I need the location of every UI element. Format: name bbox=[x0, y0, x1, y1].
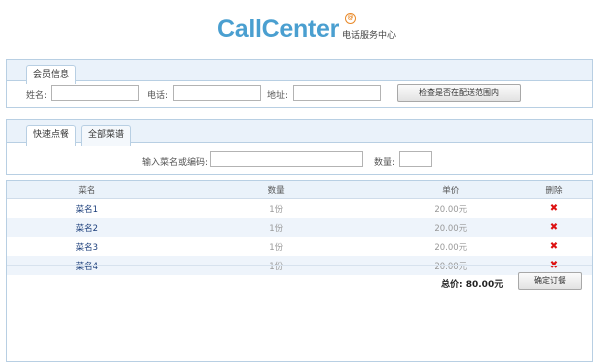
dish-quantity: 1份 bbox=[166, 218, 386, 237]
dish-name: 菜名2 bbox=[7, 218, 167, 237]
dish-quantity: 1份 bbox=[269, 242, 284, 253]
dish-name: 菜名3 bbox=[75, 242, 99, 253]
col-header-delete: 删除 bbox=[515, 181, 592, 199]
table-header-row: 菜名 数量 单价 删除 bbox=[7, 181, 592, 199]
order-panel: 快速点餐 全部菜谱 输入菜名或编码: 数量: bbox=[6, 119, 593, 175]
name-input[interactable] bbox=[51, 85, 139, 101]
phone-label: 电话: bbox=[147, 91, 169, 101]
dish-search-label: 输入菜名或编码: bbox=[142, 158, 209, 168]
dish-price: 20.00元 bbox=[434, 204, 468, 215]
table-row: 菜名2 1份 20.00元 ✖ bbox=[7, 218, 592, 237]
delete-cell: ✖ bbox=[515, 218, 592, 237]
tab-member-info[interactable]: 会员信息 bbox=[26, 65, 76, 84]
address-label: 地址: bbox=[267, 91, 289, 101]
dish-search-input[interactable] bbox=[210, 151, 363, 167]
col-header-price: 单价 bbox=[385, 181, 516, 199]
address-input[interactable] bbox=[293, 85, 381, 101]
delete-cell: ✖ bbox=[516, 199, 592, 219]
delete-icon[interactable]: ✖ bbox=[550, 222, 558, 233]
tab-quick-order[interactable]: 快速点餐 bbox=[26, 125, 76, 146]
logo-text: CallCenter bbox=[217, 15, 340, 43]
quantity-input[interactable] bbox=[399, 151, 432, 167]
order-table-panel: 菜名 数量 单价 删除 菜名1 1份 20.00元 ✖ 菜名2 1份 20.00… bbox=[6, 180, 593, 362]
member-info-panel: 会员信息 姓名: 电话: 地址: 检查是否在配送范围内 bbox=[6, 59, 593, 108]
logo-badge-icon: @ bbox=[345, 13, 356, 24]
check-delivery-button[interactable]: 检查是否在配送范围内 bbox=[397, 84, 521, 102]
member-info-header: 会员信息 bbox=[7, 60, 592, 84]
table-row: 菜名3 1份 20.00元 ✖ bbox=[7, 237, 592, 256]
tab-full-menu[interactable]: 全部菜谱 bbox=[81, 125, 131, 146]
confirm-order-button[interactable]: 确定订餐 bbox=[518, 272, 582, 290]
col-header-dish: 菜名 bbox=[7, 181, 167, 199]
phone-input[interactable] bbox=[173, 85, 261, 101]
quantity-label: 数量: bbox=[374, 158, 396, 168]
col-header-quantity: 数量 bbox=[166, 181, 386, 199]
dish-quantity: 1份 bbox=[269, 204, 284, 215]
table-row: 菜名1 1份 20.00元 ✖ bbox=[7, 199, 592, 219]
order-total: 总价: 80.00元 bbox=[441, 280, 504, 290]
order-panel-header: 快速点餐 全部菜谱 bbox=[7, 120, 592, 146]
logo-subtitle: 电话服务中心 bbox=[342, 31, 397, 41]
name-label: 姓名: bbox=[26, 91, 48, 101]
dish-price: 20.00元 bbox=[385, 218, 516, 237]
order-table: 菜名 数量 单价 删除 菜名1 1份 20.00元 ✖ 菜名2 1份 20.00… bbox=[7, 181, 592, 275]
delete-icon[interactable]: ✖ bbox=[550, 241, 558, 252]
table-divider bbox=[7, 265, 592, 266]
dish-price: 20.00元 bbox=[434, 242, 468, 253]
dish-name: 菜名1 bbox=[75, 204, 99, 215]
delete-cell: ✖ bbox=[516, 237, 592, 256]
delete-icon[interactable]: ✖ bbox=[550, 203, 558, 214]
